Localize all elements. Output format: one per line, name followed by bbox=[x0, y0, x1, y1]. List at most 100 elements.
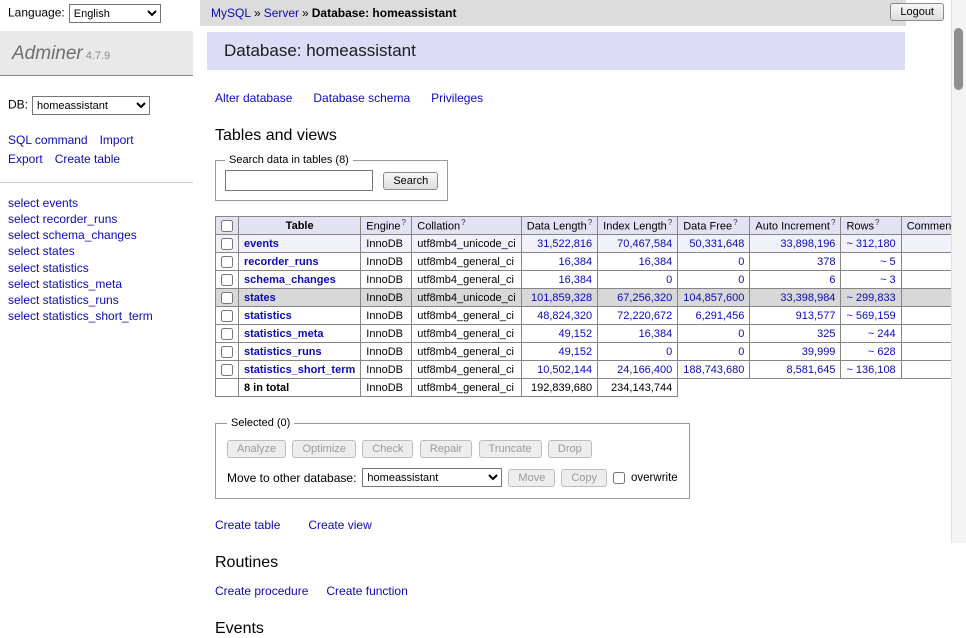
help-link[interactable]: ? bbox=[875, 218, 879, 227]
help-link[interactable]: ? bbox=[588, 218, 592, 227]
auto-increment-link[interactable]: 8,581,645 bbox=[787, 364, 836, 376]
create-procedure-link[interactable]: Create procedure bbox=[215, 584, 308, 598]
help-link[interactable]: ? bbox=[831, 218, 835, 227]
table-name-link[interactable]: statistics_meta bbox=[244, 328, 324, 340]
index-length-link[interactable]: 67,256,320 bbox=[617, 292, 672, 304]
help-link[interactable]: ? bbox=[461, 218, 465, 227]
table-name-link[interactable]: states bbox=[244, 292, 276, 304]
sidebar-link-select-states[interactable]: select states bbox=[8, 244, 75, 258]
repair-button[interactable]: Repair bbox=[420, 440, 472, 458]
search-input[interactable] bbox=[225, 170, 373, 191]
data-free-link[interactable]: 0 bbox=[738, 256, 744, 268]
row-checkbox[interactable] bbox=[221, 238, 233, 250]
optimize-button[interactable]: Optimize bbox=[292, 440, 355, 458]
rows-count-link[interactable]: ~ 628 bbox=[868, 346, 896, 358]
truncate-button[interactable]: Truncate bbox=[479, 440, 542, 458]
breadcrumb-server-link[interactable]: Server bbox=[264, 6, 299, 20]
data-free-link[interactable]: 6,291,456 bbox=[695, 310, 744, 322]
sidebar-link-select-statistics-meta[interactable]: select statistics_meta bbox=[8, 277, 122, 291]
analyze-button[interactable]: Analyze bbox=[227, 440, 286, 458]
auto-increment-link[interactable]: 6 bbox=[829, 274, 835, 286]
row-checkbox[interactable] bbox=[221, 310, 233, 322]
row-checkbox[interactable] bbox=[221, 328, 233, 340]
data-free-link[interactable]: 0 bbox=[738, 346, 744, 358]
create-table-link[interactable]: Create table bbox=[215, 518, 280, 532]
drop-button[interactable]: Drop bbox=[548, 440, 592, 458]
search-button[interactable]: Search bbox=[383, 172, 438, 190]
breadcrumb-mysql-link[interactable]: MySQL bbox=[211, 6, 251, 20]
table-name-link[interactable]: statistics_short_term bbox=[244, 364, 355, 376]
row-checkbox[interactable] bbox=[221, 274, 233, 286]
data-length-link[interactable]: 16,384 bbox=[558, 256, 592, 268]
data-length-link[interactable]: 16,384 bbox=[558, 274, 592, 286]
index-length-link[interactable]: 70,467,584 bbox=[617, 238, 672, 250]
rows-count-link[interactable]: ~ 136,108 bbox=[846, 364, 895, 376]
row-checkbox[interactable] bbox=[221, 346, 233, 358]
table-name-link[interactable]: events bbox=[244, 238, 279, 250]
sidebar-link-select-statistics-runs[interactable]: select statistics_runs bbox=[8, 293, 119, 307]
table-name-link[interactable]: recorder_runs bbox=[244, 256, 319, 268]
index-length-link[interactable]: 0 bbox=[666, 346, 672, 358]
sidebar-link-select-statistics-short-term[interactable]: select statistics_short_term bbox=[8, 309, 153, 323]
data-length-link[interactable]: 31,522,816 bbox=[537, 238, 592, 250]
data-length-link[interactable]: 49,152 bbox=[558, 346, 592, 358]
copy-button[interactable]: Copy bbox=[561, 469, 607, 487]
sidebar-link-sql-command[interactable]: SQL command bbox=[8, 133, 88, 147]
table-name-link[interactable]: statistics_runs bbox=[244, 346, 322, 358]
scrollbar-thumb[interactable] bbox=[954, 28, 963, 90]
vertical-scrollbar[interactable] bbox=[951, 0, 966, 543]
sidebar-link-select-schema-changes[interactable]: select schema_changes bbox=[8, 228, 137, 242]
rows-count-link[interactable]: ~ 3 bbox=[880, 274, 896, 286]
rows-count-link[interactable]: ~ 312,180 bbox=[846, 238, 895, 250]
auto-increment-link[interactable]: 378 bbox=[817, 256, 835, 268]
db-select[interactable]: homeassistant bbox=[32, 96, 150, 115]
data-length-link[interactable]: 49,152 bbox=[558, 328, 592, 340]
row-checkbox[interactable] bbox=[221, 292, 233, 304]
rows-count-link[interactable]: ~ 569,159 bbox=[846, 310, 895, 322]
language-select[interactable]: English bbox=[69, 4, 161, 23]
sidebar-link-select-recorder-runs[interactable]: select recorder_runs bbox=[8, 212, 117, 226]
rows-count-link[interactable]: ~ 299,833 bbox=[846, 292, 895, 304]
table-name-link[interactable]: schema_changes bbox=[244, 274, 336, 286]
index-length-link[interactable]: 16,384 bbox=[639, 256, 673, 268]
database-schema-link[interactable]: Database schema bbox=[313, 91, 410, 105]
help-link[interactable]: ? bbox=[733, 218, 737, 227]
index-length-link[interactable]: 0 bbox=[666, 274, 672, 286]
move-button[interactable]: Move bbox=[508, 469, 555, 487]
data-free-link[interactable]: 50,331,648 bbox=[689, 238, 744, 250]
rows-count-link[interactable]: ~ 244 bbox=[868, 328, 896, 340]
data-length-link[interactable]: 48,824,320 bbox=[537, 310, 592, 322]
row-checkbox[interactable] bbox=[221, 256, 233, 268]
help-link[interactable]: ? bbox=[402, 218, 406, 227]
data-free-link[interactable]: 0 bbox=[738, 274, 744, 286]
sidebar-link-create-table[interactable]: Create table bbox=[55, 152, 120, 166]
privileges-link[interactable]: Privileges bbox=[431, 91, 483, 105]
help-link[interactable]: ? bbox=[668, 218, 672, 227]
auto-increment-link[interactable]: 33,398,984 bbox=[780, 292, 835, 304]
index-length-link[interactable]: 72,220,672 bbox=[617, 310, 672, 322]
create-function-link[interactable]: Create function bbox=[326, 584, 407, 598]
table-name-link[interactable]: statistics bbox=[244, 310, 292, 322]
row-checkbox[interactable] bbox=[221, 364, 233, 376]
rows-count-link[interactable]: ~ 5 bbox=[880, 256, 896, 268]
alter-database-link[interactable]: Alter database bbox=[215, 91, 292, 105]
app-name[interactable]: Adminer bbox=[12, 43, 83, 64]
create-view-link[interactable]: Create view bbox=[308, 518, 371, 532]
overwrite-checkbox[interactable] bbox=[613, 472, 625, 484]
auto-increment-link[interactable]: 33,898,196 bbox=[780, 238, 835, 250]
data-length-link[interactable]: 10,502,144 bbox=[537, 364, 592, 376]
data-length-link[interactable]: 101,859,328 bbox=[531, 292, 592, 304]
select-all-checkbox[interactable] bbox=[221, 220, 233, 232]
sidebar-link-select-statistics[interactable]: select statistics bbox=[8, 261, 89, 275]
auto-increment-link[interactable]: 325 bbox=[817, 328, 835, 340]
sidebar-link-select-events[interactable]: select events bbox=[8, 196, 78, 210]
index-length-link[interactable]: 16,384 bbox=[639, 328, 673, 340]
data-free-link[interactable]: 104,857,600 bbox=[683, 292, 744, 304]
data-free-link[interactable]: 0 bbox=[738, 328, 744, 340]
move-db-select[interactable]: homeassistant bbox=[362, 468, 502, 487]
check-button[interactable]: Check bbox=[362, 440, 413, 458]
index-length-link[interactable]: 24,166,400 bbox=[617, 364, 672, 376]
data-free-link[interactable]: 188,743,680 bbox=[683, 364, 744, 376]
auto-increment-link[interactable]: 913,577 bbox=[796, 310, 836, 322]
logout-button[interactable]: Logout bbox=[890, 3, 944, 21]
